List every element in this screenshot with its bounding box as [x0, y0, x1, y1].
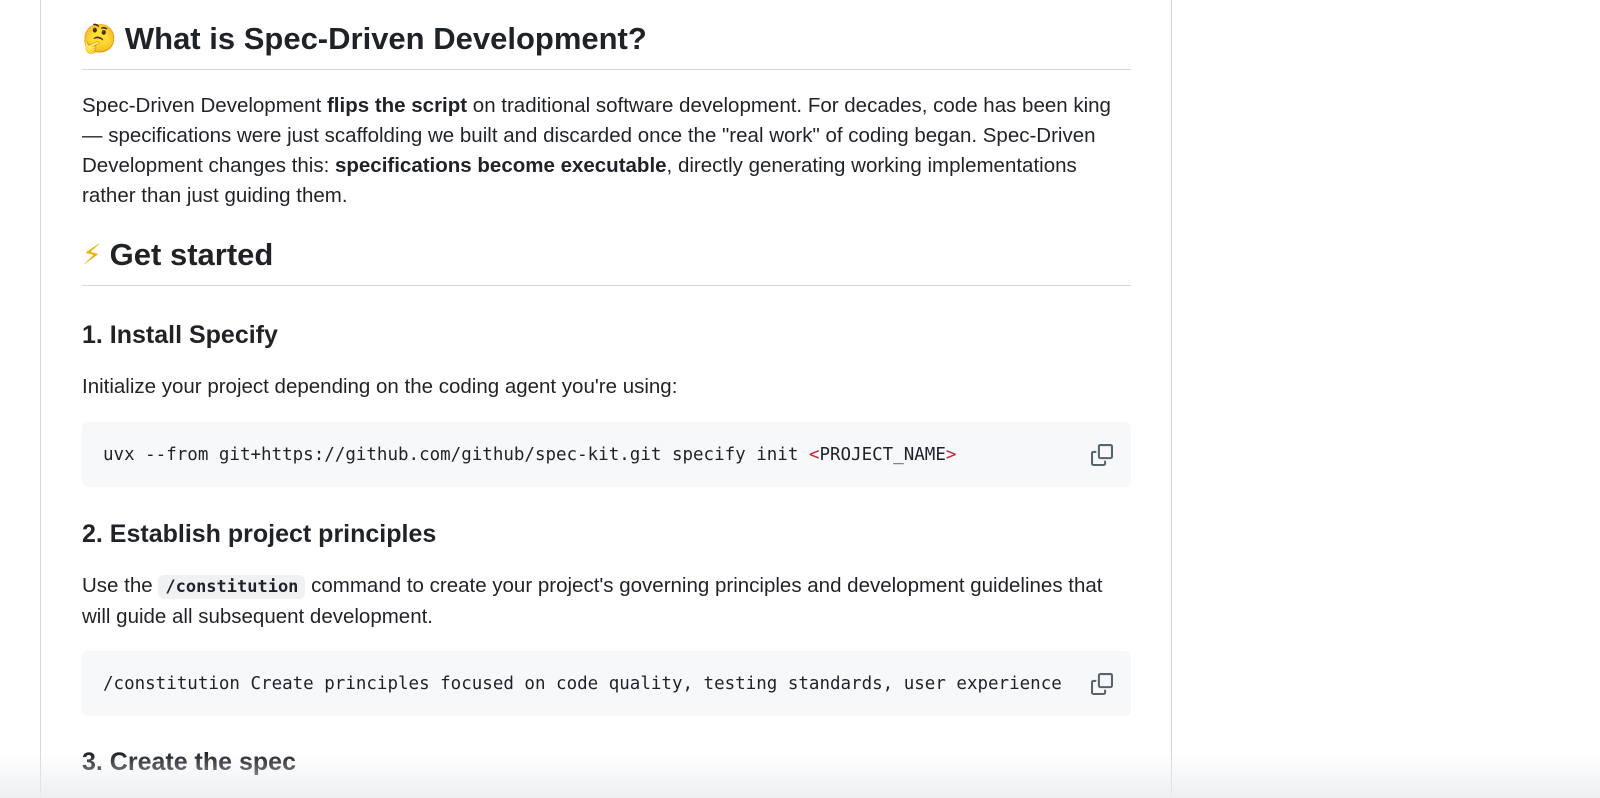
constitution-inline-code: /constitution [158, 575, 306, 599]
step-2-desc-1: Use the [82, 574, 159, 597]
install-command[interactable]: uvx --from git+https://github.com/github… [103, 445, 956, 465]
step-3-heading: 3. Create the spec [82, 748, 296, 776]
constitution-code-block: /constitution Create principles focused … [82, 651, 1131, 716]
what-is-heading-text: What is Spec-Driven Development? [124, 21, 647, 56]
thinking-face-icon: 🤔 [82, 22, 117, 56]
para-text-1: Spec-Driven Development [82, 94, 327, 117]
code-arg: PROJECT_NAME [819, 444, 946, 465]
step-2-description: Use the /constitution command to create … [82, 571, 1131, 632]
what-is-heading: 🤔 What is Spec-Driven Development? [82, 20, 1131, 70]
para-bold-1: flips the script [326, 94, 468, 117]
code-lt: < [808, 444, 820, 465]
what-is-paragraph: Spec-Driven Development flips the script… [82, 91, 1131, 211]
copy-icon [1091, 443, 1113, 466]
code-gt: > [945, 444, 957, 465]
get-started-heading-text: Get started [109, 237, 274, 272]
install-code-block: uvx --from git+https://github.com/github… [82, 422, 1131, 487]
step-2-heading: 2. Establish project principles [82, 520, 437, 548]
copy-icon [1091, 672, 1113, 695]
step-1-description: Initialize your project depending on the… [82, 375, 678, 398]
step-1-heading: 1. Install Specify [82, 321, 278, 349]
get-started-heading: ⚡ Get started [82, 236, 1131, 286]
copy-button[interactable] [1087, 668, 1117, 699]
constitution-command[interactable]: /constitution Create principles focused … [103, 674, 1061, 694]
install-command-text: uvx --from git+https://github.com/github… [103, 444, 809, 465]
para-bold-2: specifications become executable [334, 154, 667, 177]
copy-button[interactable] [1087, 439, 1117, 470]
lightning-icon: ⚡ [82, 238, 102, 272]
